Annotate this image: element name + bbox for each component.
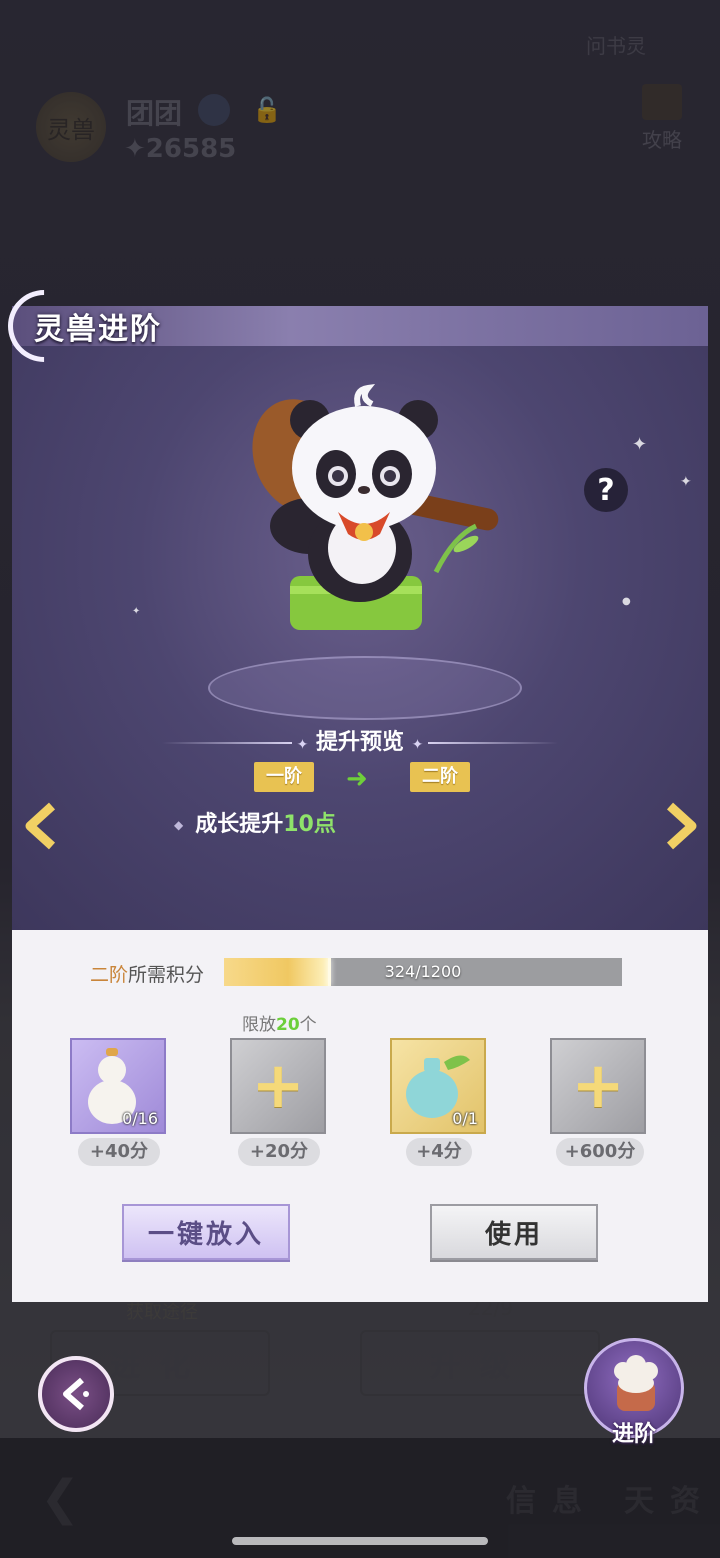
panda-beast-model [240, 376, 520, 656]
slot-points: +40分 [78, 1138, 160, 1166]
panel-title-badge: 灵兽进阶 [0, 275, 196, 377]
preview-header: ✦ 提升预览 ✦ [162, 724, 558, 756]
advance-tab-label: 进阶 [611, 1422, 656, 1447]
diamond-bullet-icon: ◆ [174, 818, 184, 832]
material-slot-empty[interactable]: + [550, 1038, 646, 1134]
limit-prefix: 限放 [242, 1015, 276, 1035]
slot-points: +600分 [556, 1138, 644, 1166]
back-button[interactable] [38, 1356, 114, 1432]
growth-label: 成长提升 [195, 812, 284, 837]
progress-text: 324/1200 [384, 962, 462, 981]
material-slot-empty[interactable]: + [230, 1038, 326, 1134]
materials-area: 二阶所需积分 324/1200 限放20个 0/16 +40分 + +20分 0… [12, 930, 708, 1302]
points-progress-bar: 324/1200 [224, 958, 622, 986]
preview-title-text: 提升预览 [315, 730, 404, 755]
sparkle-icon: ● [622, 596, 631, 607]
plus-icon: + [571, 1049, 625, 1123]
divider [162, 742, 292, 744]
diamond-icon: ✦ [296, 737, 309, 753]
growth-value: 10点 [283, 812, 336, 837]
paw-glove-icon [614, 1355, 658, 1411]
chevron-right-icon [666, 802, 697, 850]
material-slot-potion[interactable]: 0/1 [390, 1038, 486, 1134]
slot-count: 0/16 [122, 1109, 158, 1128]
auto-fill-button[interactable]: 一键放入 [122, 1204, 290, 1260]
home-indicator[interactable] [232, 1537, 488, 1545]
limit-count: 20 [276, 1015, 300, 1035]
use-button[interactable]: 使用 [430, 1204, 598, 1260]
back-arrow-icon [63, 1377, 89, 1411]
limit-suffix: 个 [299, 1015, 317, 1035]
material-slot-gourd[interactable]: 0/16 [70, 1038, 166, 1134]
diamond-icon: ✦ [411, 737, 424, 753]
growth-line: ◆ 成长提升10点 [174, 806, 336, 838]
requirement-text: 所需积分 [128, 964, 205, 986]
previous-beast-button[interactable] [22, 802, 62, 859]
limit-text: 限放20个 [242, 1010, 317, 1035]
divider [428, 742, 558, 744]
sparkle-icon: ✦ [680, 474, 692, 490]
preview-title: ✦ 提升预览 ✦ [283, 724, 438, 756]
arrow-right-icon: ➜ [346, 764, 368, 794]
preview-area: ✦ ✦ ✦ ● ? ✦ 提升预览 ✦ 一阶 ➜ 二阶 ◆ 成长提升10点 [12, 306, 708, 930]
panda-illustration [252, 383, 499, 630]
requirement-stage: 二阶 [90, 964, 129, 986]
help-button[interactable]: ? [584, 468, 628, 512]
chevron-left-icon [25, 802, 56, 850]
stage-to-badge: 二阶 [410, 762, 470, 792]
sparkle-icon: ✦ [132, 606, 141, 617]
next-beast-button[interactable] [660, 802, 700, 859]
plus-icon: + [251, 1049, 305, 1123]
stage-from-badge: 一阶 [254, 762, 314, 792]
beast-advance-panel: ✦ ✦ ✦ ● ? ✦ 提升预览 ✦ 一阶 ➜ 二阶 ◆ 成长提升10点 灵兽进… [0, 275, 708, 1302]
display-platform [208, 656, 522, 720]
slot-points: +20分 [238, 1138, 320, 1166]
slot-count: 0/1 [452, 1109, 478, 1128]
sparkle-icon: ✦ [632, 434, 648, 455]
slot-points: +4分 [406, 1138, 472, 1166]
requirement-label: 二阶所需积分 [90, 960, 204, 987]
panel-title: 灵兽进阶 [34, 312, 162, 347]
